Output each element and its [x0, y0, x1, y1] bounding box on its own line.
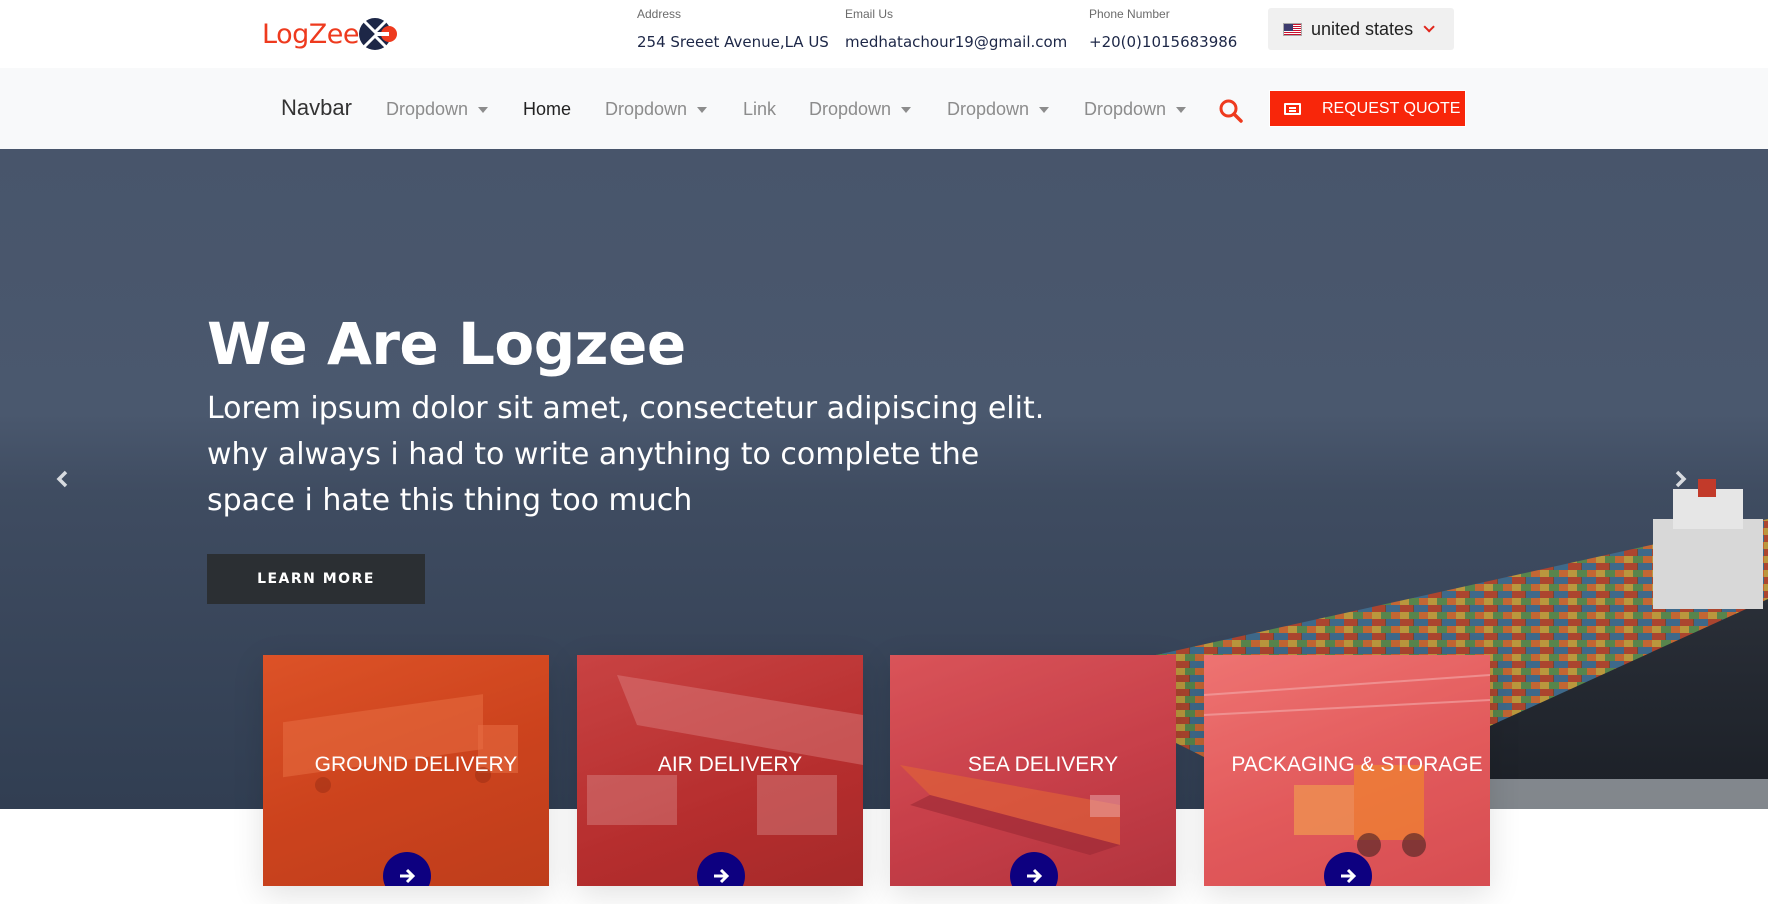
caret-down-icon: [901, 106, 912, 113]
email-label: Email Us: [845, 7, 894, 21]
phone-label: Phone Number: [1089, 7, 1170, 21]
service-card-title: AIR DELIVERY: [657, 753, 803, 776]
nav-dropdown-5[interactable]: Dropdown: [1084, 99, 1187, 120]
request-quote-label: REQUEST QUOTE: [1322, 99, 1461, 117]
service-card-ground[interactable]: GROUND DELIVERY: [263, 655, 549, 886]
arrow-right-icon: [1341, 868, 1357, 884]
caret-down-icon: [478, 106, 489, 113]
chevron-right-icon: [1675, 470, 1687, 488]
learn-more-button[interactable]: LEARN MORE: [207, 554, 425, 604]
service-card-title: SEA DELIVERY: [967, 753, 1119, 776]
service-card-title: PACKAGING & STORAGE: [1231, 753, 1483, 776]
hero-description: Lorem ipsum dolor sit amet, consectetur …: [207, 391, 1045, 518]
nav-dropdown-3[interactable]: Dropdown: [809, 99, 912, 120]
arrow-right-icon: [400, 868, 416, 884]
service-card-sea[interactable]: SEA DELIVERY: [890, 655, 1176, 886]
navbar-brand[interactable]: Navbar: [281, 95, 352, 121]
nav-link[interactable]: Link: [743, 99, 776, 120]
chevron-down-icon: [1423, 21, 1435, 33]
nav-item-label: Dropdown: [1084, 99, 1167, 119]
chevron-left-icon: [56, 470, 68, 488]
nav-item-label: Home: [523, 99, 572, 119]
logo[interactable]: LogZee: [262, 10, 399, 58]
address-value: 254 Sreeet Avenue,LA US: [637, 33, 829, 51]
search-button[interactable]: [1218, 98, 1244, 124]
nav-item-label: Dropdown: [605, 99, 688, 119]
us-flag-icon: [1283, 22, 1302, 36]
arrow-right-icon: [1027, 868, 1043, 884]
logo-text: LogZee: [262, 18, 359, 50]
caret-down-icon: [1176, 106, 1187, 113]
nav-home[interactable]: Home: [523, 99, 571, 120]
service-card-packaging[interactable]: PACKAGING & STORAGE: [1204, 655, 1490, 886]
email-block: Email Us medhatachour19@gmail.com: [845, 6, 1067, 52]
arrow-right-icon: [714, 868, 730, 884]
hero-title: We Are Logzee: [207, 310, 686, 378]
logo-mark-icon: [358, 18, 397, 50]
address-block: Address 254 Sreeet Avenue,LA US: [637, 6, 829, 52]
nav-item-label: Dropdown: [386, 99, 469, 119]
quote-icon: [1284, 102, 1301, 115]
search-icon: [1219, 99, 1243, 123]
service-card-air[interactable]: AIR DELIVERY: [577, 655, 863, 886]
nav-dropdown-2[interactable]: Dropdown: [605, 99, 708, 120]
nav-item-label: Dropdown: [809, 99, 892, 119]
phone-block: Phone Number +20(0)1015683986: [1089, 6, 1237, 52]
request-quote-button[interactable]: REQUEST QUOTE: [1269, 90, 1466, 127]
nav-item-label: Dropdown: [947, 99, 1030, 119]
phone-value[interactable]: +20(0)1015683986: [1089, 32, 1237, 52]
caret-down-icon: [1039, 106, 1050, 113]
address-label: Address: [637, 7, 682, 21]
service-card-title: GROUND DELIVERY: [314, 753, 518, 776]
country-select[interactable]: united states: [1268, 8, 1454, 50]
carousel-next-button[interactable]: [1670, 469, 1690, 489]
navbar: Navbar Dropdown Home Dropdown Link Dropd…: [0, 68, 1768, 149]
carousel-prev-button[interactable]: [53, 469, 73, 489]
country-select-value: united states: [1311, 18, 1414, 39]
nav-dropdown-1[interactable]: Dropdown: [386, 99, 489, 120]
email-value[interactable]: medhatachour19@gmail.com: [845, 32, 1067, 52]
nav-dropdown-4[interactable]: Dropdown: [947, 99, 1050, 120]
nav-item-label: Link: [743, 99, 777, 119]
caret-down-icon: [697, 106, 708, 113]
top-bar: LogZee Address 254 Sreeet Avenue,LA US E…: [0, 0, 1768, 68]
